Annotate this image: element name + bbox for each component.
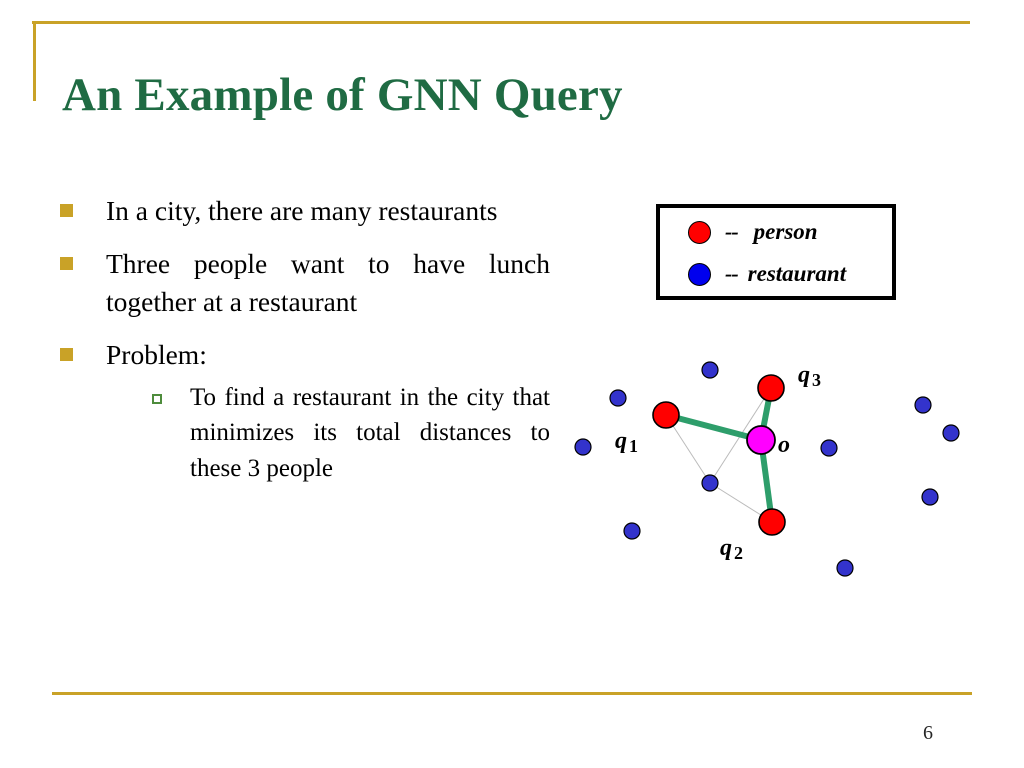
bullet-text: In a city, there are many restaurants (106, 195, 498, 226)
blue-circle-icon (688, 262, 711, 286)
page-title: An Example of GNN Query (62, 69, 623, 122)
restaurant-point[interactable] (701, 474, 719, 492)
sub-bullet-list: To find a restaurant in the city that mi… (106, 380, 550, 487)
legend-label: person (753, 219, 818, 244)
legend-row-person: -- person (660, 210, 892, 254)
restaurant-point[interactable] (836, 559, 854, 577)
restaurant-point[interactable] (574, 438, 592, 456)
person-point-q1[interactable] (652, 401, 680, 429)
square-bullet-icon (60, 348, 73, 362)
hollow-square-bullet-icon (152, 393, 162, 404)
list-item: Problem: To find a restaurant in the cit… (58, 336, 550, 486)
point-label-subscript: 1 (629, 436, 638, 456)
restaurant-point[interactable] (623, 522, 641, 540)
left-accent-rule (33, 22, 36, 101)
person-point-q3[interactable] (757, 374, 785, 402)
restaurant-point[interactable] (942, 424, 960, 442)
point-label-subscript: 3 (812, 370, 821, 390)
bullet-text: Three people want to have lunch together… (106, 248, 550, 317)
list-item: In a city, there are many restaurants (58, 192, 550, 229)
list-item: To find a restaurant in the city that mi… (150, 380, 550, 487)
top-accent-rule (32, 21, 970, 24)
bullet-list: In a city, there are many restaurants Th… (58, 192, 550, 502)
list-item: Three people want to have lunch together… (58, 245, 550, 320)
restaurant-point[interactable] (701, 361, 719, 379)
restaurant-point[interactable] (820, 439, 838, 457)
gnn-query-diagram: q1 q2 q3 o (560, 350, 980, 590)
square-bullet-icon (60, 257, 73, 271)
restaurant-point[interactable] (921, 488, 939, 506)
person-point-q2[interactable] (758, 508, 786, 536)
legend: -- person -- restaurant (656, 204, 896, 300)
bullet-text: To find a restaurant in the city that mi… (190, 383, 550, 482)
point-label-q3: q3 (798, 362, 821, 390)
red-circle-icon (688, 220, 711, 244)
restaurant-point[interactable] (914, 396, 932, 414)
legend-dash: -- (725, 261, 739, 286)
page-number: 6 (923, 722, 933, 744)
legend-row-restaurant: -- restaurant (660, 252, 892, 296)
restaurant-point[interactable] (609, 389, 627, 407)
diagram-canvas (574, 361, 960, 577)
point-label-o: o (778, 432, 790, 458)
square-bullet-icon (60, 204, 73, 217)
point-label-q2: q2 (720, 535, 743, 563)
optimal-point-o[interactable] (746, 425, 776, 455)
point-label-q1: q1 (615, 428, 638, 456)
legend-dash: -- (725, 219, 739, 244)
bullet-text: Problem: (106, 339, 207, 371)
legend-label: restaurant (747, 261, 847, 286)
bottom-accent-rule (52, 692, 972, 695)
point-label-subscript: 2 (734, 543, 743, 563)
